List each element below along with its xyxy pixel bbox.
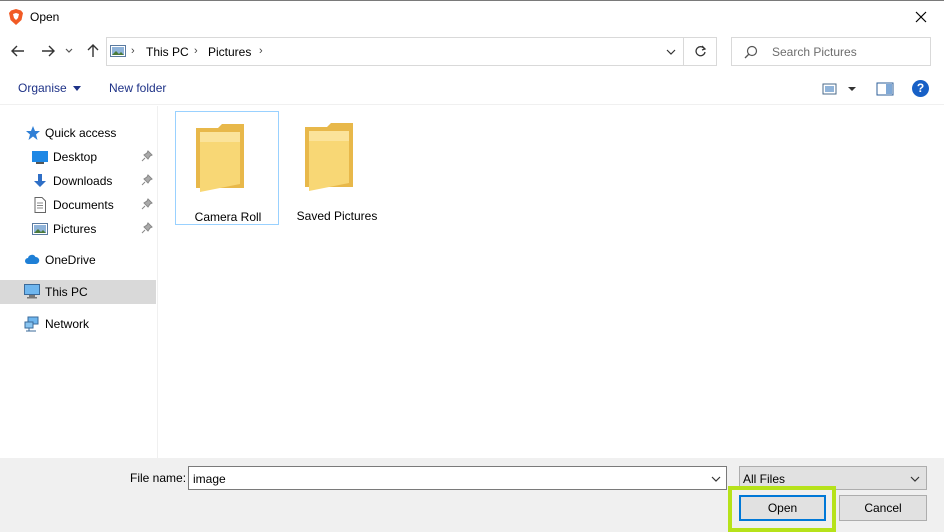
sidebar-item-label: Documents (53, 198, 114, 212)
organise-menu[interactable]: Organise (18, 81, 81, 95)
sidebar-item-label: Downloads (53, 174, 113, 188)
download-icon (34, 174, 46, 187)
close-button[interactable] (898, 1, 944, 33)
navigation-pane: Quick access Desktop Downloads Documents… (0, 106, 158, 458)
toolbar: Organise New folder ? (0, 72, 944, 105)
pin-icon[interactable] (141, 150, 153, 162)
sidebar-item-desktop[interactable]: Desktop (0, 146, 156, 168)
window-title: Open (30, 10, 60, 24)
title-bar: Open (0, 0, 944, 33)
document-icon (34, 197, 46, 213)
arrow-up-icon (87, 44, 99, 57)
folder-icon (305, 123, 353, 191)
dialog-footer: File name: image All Files Open Cancel (0, 458, 944, 532)
help-button[interactable]: ? (912, 80, 929, 97)
sidebar-item-pictures[interactable]: Pictures (0, 218, 156, 240)
up-button[interactable] (82, 40, 104, 62)
sidebar-item-onedrive[interactable]: OneDrive (0, 249, 156, 271)
file-name-field[interactable]: image (188, 466, 727, 490)
help-icon: ? (916, 81, 925, 95)
file-name-value: image (193, 472, 226, 486)
view-options-icon (822, 83, 856, 95)
caret-down-icon (72, 86, 81, 92)
chevron-down-icon[interactable] (710, 473, 722, 485)
sidebar-item-label: Desktop (53, 150, 98, 164)
chevron-down-icon (910, 476, 920, 482)
arrow-right-icon (42, 45, 55, 57)
search-placeholder: Search Pictures (772, 45, 857, 59)
desktop-icon (32, 151, 48, 164)
search-icon (744, 45, 758, 59)
open-button[interactable]: Open (739, 495, 826, 521)
cloud-icon (25, 254, 40, 264)
refresh-icon (694, 45, 706, 57)
folder-item-saved-pictures[interactable]: Saved Pictures (285, 111, 389, 225)
pictures-folder-icon (110, 45, 126, 57)
sidebar-item-label: This PC (45, 285, 88, 299)
sidebar-item-label: Network (45, 317, 90, 331)
chevron-down-icon (65, 48, 73, 53)
breadcrumb-pictures[interactable]: Pictures (208, 45, 251, 59)
pictures-icon (32, 223, 48, 235)
brave-logo-icon (9, 9, 23, 25)
preview-pane-button[interactable] (876, 81, 894, 97)
breadcrumb-separator-icon: › (194, 45, 198, 57)
network-icon (24, 316, 39, 332)
folder-item-camera-roll[interactable]: Camera Roll (175, 111, 279, 225)
breadcrumb-this-pc[interactable]: This PC (146, 45, 189, 59)
sidebar-item-this-pc[interactable]: This PC (0, 280, 156, 304)
recent-locations-button[interactable] (62, 40, 76, 62)
file-name-label: File name: (130, 471, 187, 485)
breadcrumb-separator-icon: › (131, 45, 135, 57)
sidebar-item-quick-access[interactable]: Quick access (0, 122, 156, 144)
chevron-down-icon[interactable] (665, 46, 677, 58)
pin-icon[interactable] (141, 198, 153, 210)
organise-label: Organise (18, 81, 67, 95)
sidebar-item-label: Pictures (53, 222, 97, 236)
sidebar-item-label: OneDrive (45, 253, 96, 267)
new-folder-button[interactable]: New folder (109, 81, 166, 95)
file-list: Camera Roll Saved Pictures (159, 106, 944, 458)
breadcrumb-separator-icon: › (259, 45, 263, 57)
sidebar-item-documents[interactable]: Documents (0, 194, 156, 216)
sidebar-item-network[interactable]: Network (0, 313, 156, 335)
arrow-left-icon (11, 45, 24, 57)
preview-pane-icon (876, 82, 894, 96)
search-box[interactable]: Search Pictures (731, 37, 931, 66)
change-view-button[interactable] (822, 81, 858, 97)
folder-name: Saved Pictures (296, 209, 378, 223)
address-bar[interactable]: › This PC › Pictures › (106, 37, 684, 66)
cancel-button[interactable]: Cancel (839, 495, 927, 521)
pin-icon[interactable] (141, 222, 153, 234)
file-type-value: All Files (743, 472, 786, 486)
folder-name: Camera Roll (194, 210, 262, 224)
refresh-button[interactable] (684, 37, 717, 66)
computer-icon (24, 284, 40, 299)
forward-button[interactable] (37, 40, 59, 62)
folder-icon (196, 124, 244, 192)
pin-icon[interactable] (141, 174, 153, 186)
sidebar-item-label: Quick access (45, 126, 117, 140)
back-button[interactable] (7, 40, 29, 62)
close-icon (915, 11, 927, 23)
star-icon (26, 126, 40, 140)
sidebar-item-downloads[interactable]: Downloads (0, 170, 156, 192)
